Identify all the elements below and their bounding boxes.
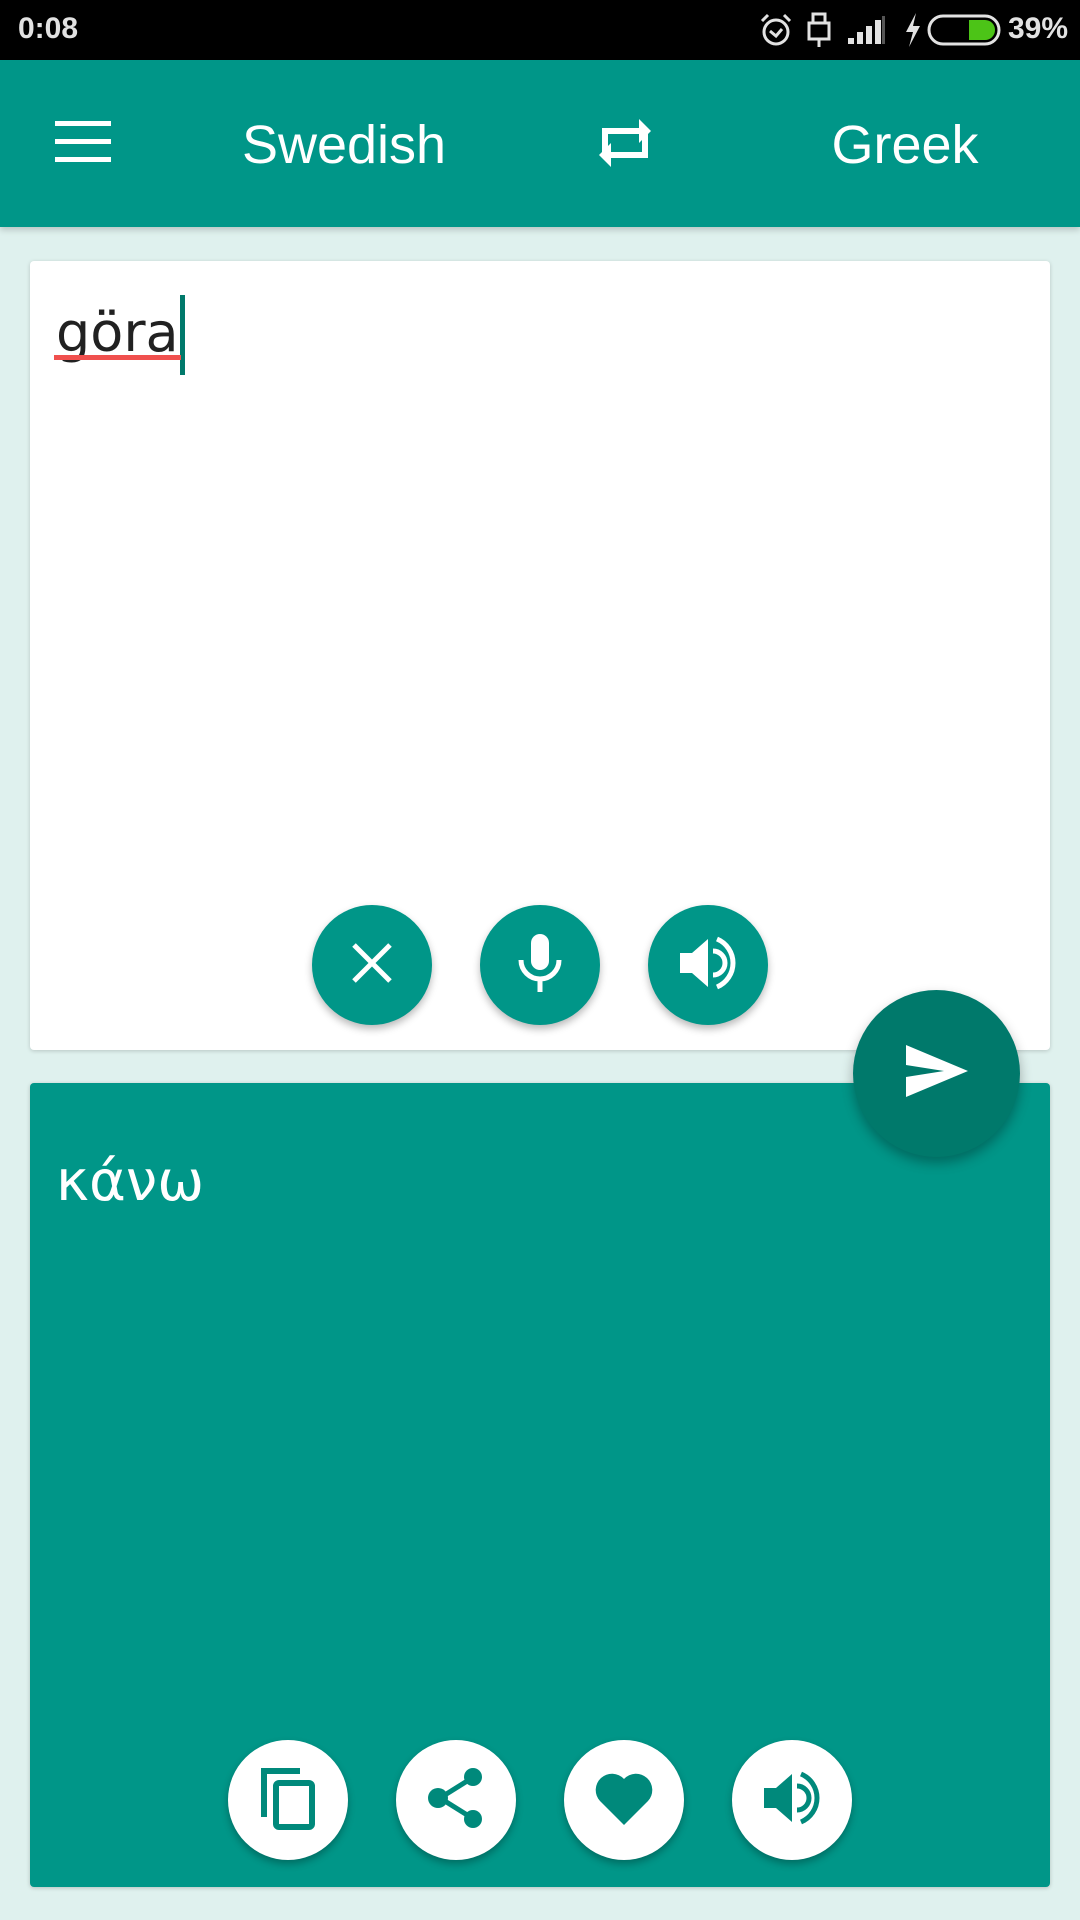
share-button[interactable] bbox=[396, 1740, 516, 1860]
text-cursor bbox=[179, 295, 185, 375]
status-time: 0:08 bbox=[18, 12, 79, 45]
favorite-button[interactable] bbox=[564, 1740, 684, 1860]
signal-icon bbox=[846, 14, 886, 51]
clear-button[interactable] bbox=[312, 905, 432, 1025]
source-text: göra bbox=[54, 301, 181, 364]
send-icon bbox=[904, 1043, 970, 1104]
source-text-input[interactable]: göra bbox=[54, 295, 185, 375]
menu-icon bbox=[55, 120, 113, 168]
close-icon bbox=[349, 940, 395, 991]
target-language-selector[interactable]: Greek bbox=[755, 110, 1055, 180]
swap-languages-button[interactable] bbox=[580, 105, 670, 185]
source-language-selector[interactable]: Swedish bbox=[194, 110, 494, 180]
battery-icon bbox=[927, 14, 1003, 51]
translate-button[interactable] bbox=[853, 990, 1020, 1157]
speaker-icon bbox=[678, 933, 738, 998]
app-bar: Swedish Greek bbox=[0, 60, 1080, 227]
battery-percent: 39% bbox=[1008, 12, 1069, 45]
copy-button[interactable] bbox=[228, 1740, 348, 1860]
speaker-icon bbox=[762, 1768, 822, 1833]
usb-icon bbox=[806, 12, 832, 53]
share-icon bbox=[426, 1766, 486, 1835]
input-card: göra bbox=[30, 261, 1050, 1050]
alarm-icon bbox=[758, 12, 794, 53]
microphone-icon bbox=[516, 932, 564, 999]
charging-icon bbox=[903, 12, 923, 53]
copy-icon bbox=[258, 1765, 318, 1836]
heart-icon bbox=[593, 1769, 655, 1832]
voice-input-button[interactable] bbox=[480, 905, 600, 1025]
swap-languages-icon bbox=[595, 111, 655, 180]
output-card: κάνω bbox=[30, 1083, 1050, 1887]
status-bar: 0:08 39% bbox=[0, 0, 1080, 60]
menu-button[interactable] bbox=[40, 100, 128, 188]
translation-text: κάνω bbox=[56, 1149, 205, 1214]
speak-translation-button[interactable] bbox=[732, 1740, 852, 1860]
speak-source-button[interactable] bbox=[648, 905, 768, 1025]
